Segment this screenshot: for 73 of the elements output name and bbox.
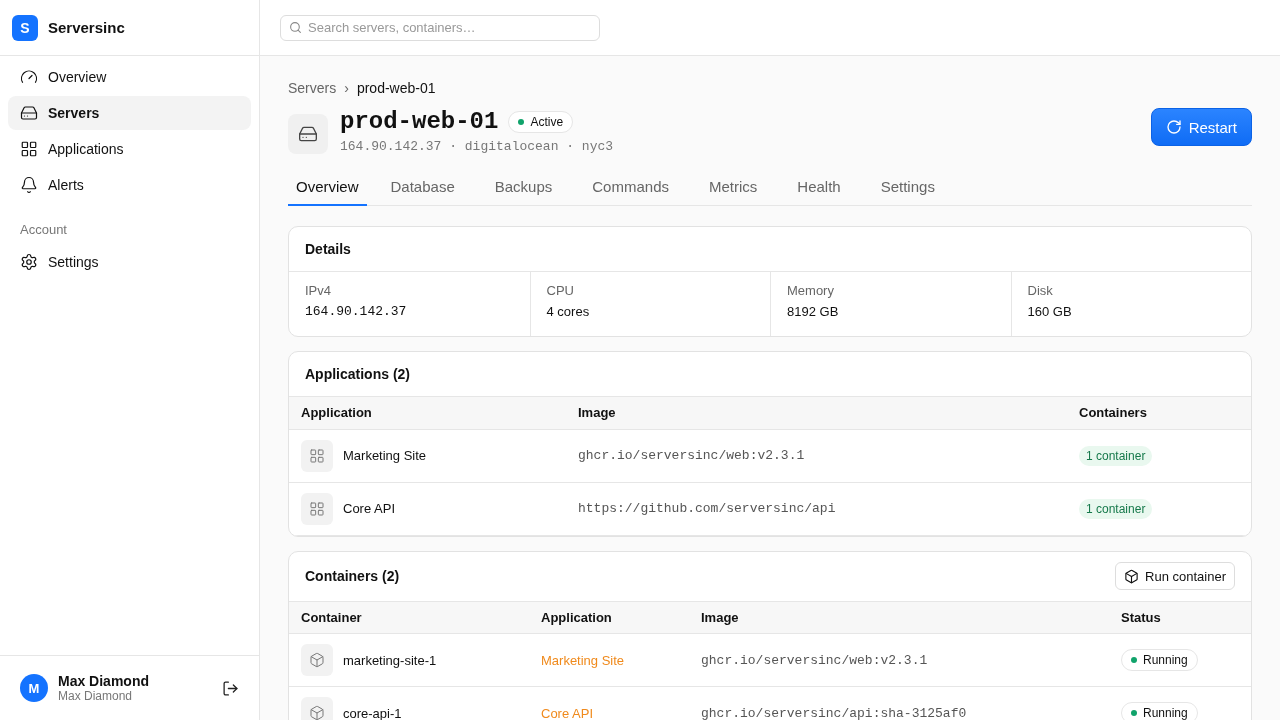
field-value: 4 cores <box>546 304 591 319</box>
count-badge: 1 container <box>1079 499 1153 519</box>
field-label: Memory <box>787 283 835 298</box>
cube-icon <box>1124 568 1140 584</box>
server-icon <box>288 114 328 154</box>
search-icon <box>289 20 302 34</box>
status-badge: Running <box>1121 702 1198 720</box>
column-header: Application <box>289 397 566 429</box>
breadcrumb-current: prod-web-01 <box>356 80 436 96</box>
logout-icon <box>222 679 239 697</box>
table-cell: Core API <box>343 501 396 516</box>
status-badge: Active <box>508 110 574 133</box>
server-meta: 164.90.142.37 · digitalocean · nyc3 <box>340 139 615 154</box>
column-header: Status <box>1109 601 1251 634</box>
table-cell: ghcr.io/serversinc/web:v2.3.1 <box>701 652 928 668</box>
user-name: Max Diamond <box>58 673 150 689</box>
column-header: Image <box>689 601 1109 634</box>
table-cell: Marketing Site <box>343 448 427 463</box>
card-title: Containers (2) <box>305 568 400 584</box>
tab[interactable]: Backups <box>486 172 561 206</box>
tab[interactable]: Settings <box>872 172 943 206</box>
table-cell: https://github.com/serversinc/api <box>578 501 836 516</box>
column-header: Application <box>529 601 689 634</box>
logo: S <box>12 14 38 41</box>
column-header: Image <box>566 397 1067 429</box>
card-title: Applications (2) <box>305 366 410 382</box>
brand-name: Serversinc <box>48 19 125 36</box>
grid-icon <box>309 447 325 464</box>
user-subtitle: Max Diamond <box>58 689 134 703</box>
server-icon <box>20 104 38 122</box>
grid-icon <box>309 500 325 517</box>
table-cell: marketing-site-1 <box>343 652 437 668</box>
search-field[interactable]: Search servers, containers… <box>280 14 600 41</box>
count-badge: 1 container <box>1079 446 1153 466</box>
table-cell: ghcr.io/serversinc/web:v2.3.1 <box>578 448 805 463</box>
restart-button[interactable]: Restart <box>1150 108 1252 146</box>
sidebar-item[interactable]: Servers <box>8 96 251 130</box>
status-dot <box>518 118 525 125</box>
sidebar-item[interactable]: Settings <box>8 245 251 279</box>
status-badge: Running <box>1121 649 1198 671</box>
cube-icon <box>309 705 325 720</box>
refresh-icon <box>1165 119 1182 135</box>
cube-icon <box>309 652 325 668</box>
bell-icon <box>20 176 38 194</box>
card-title: Details <box>305 241 351 257</box>
tab[interactable]: Health <box>789 172 849 206</box>
avatar: M <box>20 674 48 702</box>
column-header: Containers <box>1067 397 1251 429</box>
field-label: Disk <box>1027 283 1054 298</box>
field-label: IPv4 <box>305 283 332 298</box>
breadcrumb-link[interactable]: Servers <box>288 80 337 96</box>
sidebar-item[interactable]: Overview <box>8 60 251 94</box>
tab[interactable]: Database <box>382 172 463 206</box>
section-label: Account <box>19 221 68 239</box>
field-label: CPU <box>546 283 575 298</box>
logout-button[interactable] <box>222 679 239 697</box>
field-value: 160 GB <box>1027 304 1073 319</box>
field-value: 164.90.142.37 <box>305 304 408 319</box>
grid-icon <box>20 140 38 158</box>
tab[interactable]: Metrics <box>701 172 766 206</box>
table-cell: core-api-1 <box>343 705 402 720</box>
column-header: Container <box>289 601 529 634</box>
sidebar-item[interactable]: Applications <box>8 132 251 166</box>
gauge-icon <box>20 68 38 86</box>
run-container-button[interactable]: Run container <box>1115 562 1235 590</box>
tab[interactable]: Commands <box>584 172 677 206</box>
breadcrumb-separator: › <box>344 80 349 96</box>
tab[interactable]: Overview <box>288 172 367 206</box>
field-value: 8192 GB <box>787 304 840 319</box>
table-cell: ghcr.io/serversinc/api:sha-3125af0 <box>701 705 967 720</box>
server-title: prod-web-01 <box>340 108 499 135</box>
settings-icon <box>20 253 38 271</box>
sidebar-item[interactable]: Alerts <box>8 168 251 202</box>
